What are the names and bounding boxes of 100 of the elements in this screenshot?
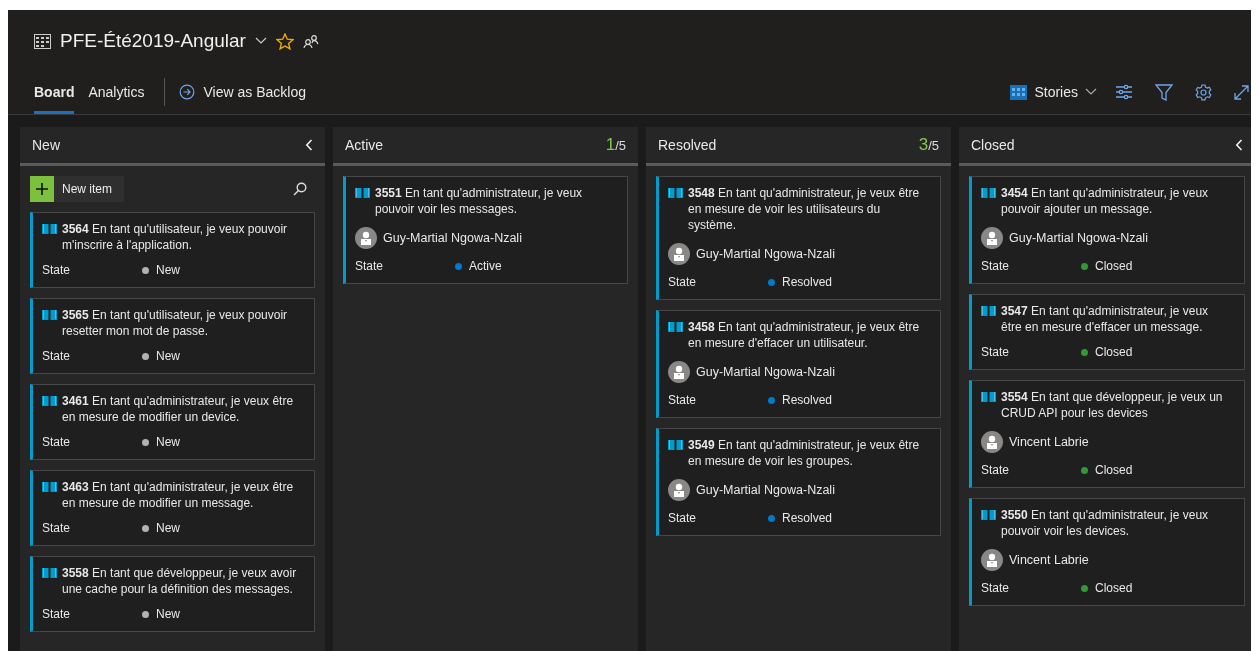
state-value: New: [156, 263, 180, 277]
field-label: State: [981, 581, 1011, 595]
people-icon[interactable]: [302, 33, 319, 49]
collapse-icon[interactable]: [305, 139, 313, 151]
assignee-name: Guy-Martial Ngowa-Nzali: [696, 247, 835, 261]
book-icon: [42, 223, 57, 234]
book-icon: [981, 391, 996, 402]
state-value: Closed: [1095, 581, 1133, 595]
state-value: Closed: [1095, 259, 1133, 273]
state-value: Resolved: [782, 275, 833, 289]
card-title: 3458 En tant qu'administrateur, je veux être en mesure d'effacer un utilisateur.: [688, 319, 921, 351]
column-title: Resolved: [658, 137, 717, 153]
field-label: State: [668, 275, 698, 289]
book-icon: [981, 509, 996, 520]
work-item-card[interactable]: 3558 En tant que développeur, je veux avoir une cache pour la définition des messages. State New: [30, 556, 315, 632]
avatar-icon: [981, 431, 1003, 453]
assignee-name: Guy-Martial Ngowa-Nzali: [696, 365, 835, 379]
backlog-level-dropdown[interactable]: Stories: [1010, 84, 1097, 100]
work-item-card[interactable]: 3549 En tant qu'administrateur, je veux être en mesure de voir les groupes. Guy-Martial Ngowa-Nzali State Resolved: [656, 428, 941, 536]
avatar-icon: [668, 479, 690, 501]
card-title: 3547 En tant qu'administrateur, je veux être en mesure d'effacer un message.: [1001, 303, 1210, 335]
view-as-backlog-link[interactable]: View as Backlog: [179, 84, 306, 100]
wip-count: 1/5: [605, 135, 626, 155]
state-value: New: [156, 607, 180, 621]
state-value: New: [156, 521, 180, 535]
assignee-name: Guy-Martial Ngowa-Nzali: [1009, 231, 1148, 245]
star-icon[interactable]: [275, 32, 294, 50]
card-title: 3461 En tant qu'administrateur, je veux être en mesure de modifier un device.: [62, 393, 295, 425]
book-icon: [355, 187, 370, 198]
board-icon: [34, 33, 51, 49]
expand-icon[interactable]: [1234, 84, 1249, 100]
collapse-icon[interactable]: [1235, 139, 1243, 151]
work-item-card[interactable]: 3463 En tant qu'administrateur, je veux être en mesure de modifier un message. State New: [30, 470, 315, 546]
work-item-card[interactable]: 3565 En tant qu'utilisateur, je veux pouvoir resetter mon mot de passe. State New: [30, 298, 315, 374]
work-item-card[interactable]: 3551 En tant qu'administrateur, je veux pouvoir voir les messages. Guy-Martial Ngowa-Nzali State Active: [343, 176, 628, 284]
work-item-card[interactable]: 3461 En tant qu'administrateur, je veux être en mesure de modifier un device. State New: [30, 384, 315, 460]
avatar-icon: [668, 243, 690, 265]
card-title: 3551 En tant qu'administrateur, je veux pouvoir voir les messages.: [375, 185, 584, 217]
field-label: State: [981, 345, 1011, 359]
card-title: 3549 En tant qu'administrateur, je veux être en mesure de voir les groupes.: [688, 437, 921, 469]
book-icon: [668, 439, 683, 450]
book-icon: [981, 187, 996, 198]
avatar-icon: [981, 227, 1003, 249]
avatar-icon: [981, 549, 1003, 571]
work-item-card[interactable]: 3454 En tant qu'administrateur, je veux pouvoir ajouter un message. Guy-Martial Ngowa-Nzali State Closed: [969, 176, 1245, 284]
chevron-down-icon[interactable]: [254, 37, 267, 45]
new-item-button[interactable]: New item: [30, 176, 124, 202]
work-item-card[interactable]: 3548 En tant qu'administrateur, je veux être en mesure de voir les utilisateurs du système. Guy-Martial Ngowa-Nzali State Resolved: [656, 176, 941, 300]
field-label: State: [355, 259, 385, 273]
work-item-card[interactable]: 3554 En tant que développeur, je veux un CRUD API pour les devices Vincent Labrie State Closed: [969, 380, 1245, 488]
column-title: Active: [345, 137, 384, 153]
filter-icon[interactable]: [1155, 83, 1173, 101]
field-label: State: [42, 607, 72, 621]
column-title: New: [32, 137, 60, 153]
field-label: State: [981, 259, 1011, 273]
card-title: 3463 En tant qu'administrateur, je veux être en mesure de modifier un message.: [62, 479, 295, 511]
card-title: 3558 En tant que développeur, je veux avoir une cache pour la définition des messages.: [62, 565, 298, 597]
sliders-icon[interactable]: [1115, 84, 1133, 100]
book-icon: [42, 395, 57, 406]
card-title: 3454 En tant qu'administrateur, je veux pouvoir ajouter un message.: [1001, 185, 1210, 217]
book-icon: [42, 567, 57, 578]
board-icon: [1010, 84, 1028, 100]
book-icon: [668, 321, 683, 332]
state-value: New: [156, 349, 180, 363]
book-icon: [42, 481, 57, 492]
book-icon: [668, 187, 683, 198]
field-label: State: [668, 511, 698, 525]
card-title: 3550 En tant qu'administrateur, je veux pouvoir voir les devices.: [1001, 507, 1210, 539]
state-value: New: [156, 435, 180, 449]
state-value: Resolved: [782, 393, 833, 407]
work-item-card[interactable]: 3550 En tant qu'administrateur, je veux pouvoir voir les devices. Vincent Labrie State Closed: [969, 498, 1245, 606]
field-label: State: [42, 521, 72, 535]
field-label: State: [42, 435, 72, 449]
link-text: View as Backlog: [203, 84, 306, 100]
board-title: PFE-Été2019-Angular: [60, 30, 246, 52]
tab[interactable]: Analytics: [88, 70, 145, 114]
chevron-down-icon: [1085, 88, 1097, 96]
work-item-card[interactable]: 3458 En tant qu'administrateur, je veux être en mesure d'effacer un utilisateur. Guy-Martial Ngowa-Nzali State Resolved: [656, 310, 941, 418]
field-label: State: [42, 263, 72, 277]
field-label: State: [42, 349, 72, 363]
assignee-name: Guy-Martial Ngowa-Nzali: [696, 483, 835, 497]
column-title: Closed: [971, 137, 1015, 153]
work-item-card[interactable]: 3547 En tant qu'administrateur, je veux être en mesure d'effacer un message. State Closed: [969, 294, 1245, 370]
card-title: 3554 En tant que développeur, je veux un CRUD API pour les devices: [1001, 389, 1224, 421]
card-title: 3548 En tant qu'administrateur, je veux être en mesure de voir les utilisateurs du système.: [688, 185, 921, 233]
book-icon: [981, 305, 996, 316]
settings-icon[interactable]: [1195, 83, 1212, 101]
avatar-icon: [355, 227, 377, 249]
state-value: Closed: [1095, 345, 1133, 359]
state-value: Resolved: [782, 511, 833, 525]
work-item-card[interactable]: 3564 En tant qu'utilisateur, je veux pouvoir m'inscrire à l'application. State New: [30, 212, 315, 288]
arrow-circle-icon: [179, 84, 196, 100]
state-value: Closed: [1095, 463, 1133, 477]
field-label: State: [668, 393, 698, 407]
wip-count: 3/5: [918, 135, 939, 155]
card-title: 3564 En tant qu'utilisateur, je veux pouvoir m'inscrire à l'application.: [62, 221, 289, 253]
card-title: 3565 En tant qu'utilisateur, je veux pouvoir resetter mon mot de passe.: [62, 307, 289, 339]
assignee-name: Vincent Labrie: [1009, 435, 1089, 449]
avatar-icon: [668, 361, 690, 383]
search-icon[interactable]: [293, 182, 307, 196]
